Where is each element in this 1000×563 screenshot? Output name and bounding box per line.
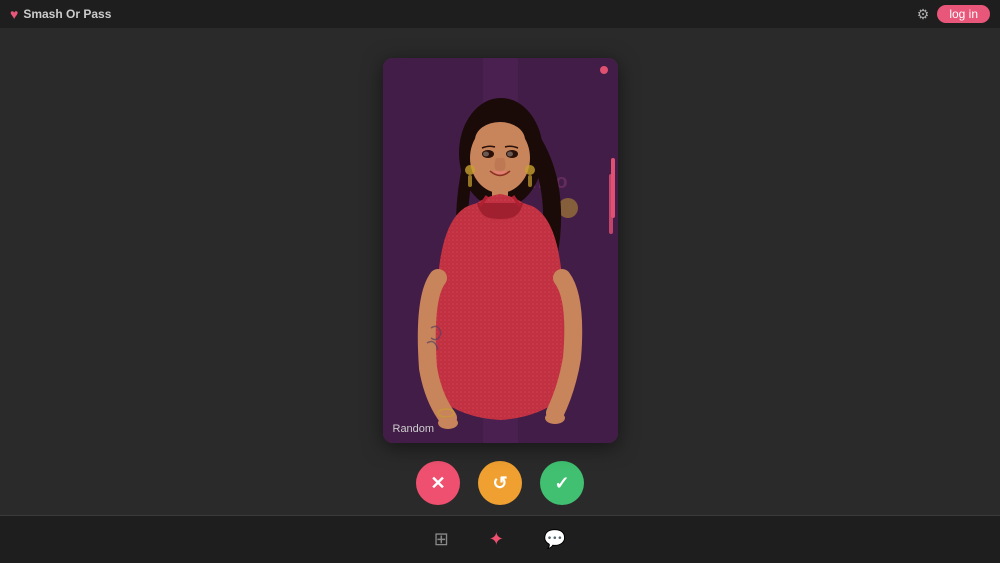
header-right: ⚙ log in: [917, 5, 990, 23]
logo-heart-icon: ♥: [10, 6, 18, 22]
header: ♥ Smash Or Pass ⚙ log in: [0, 0, 1000, 28]
pass-button[interactable]: ✕: [416, 461, 460, 505]
person-card[interactable]: nbo: [383, 58, 618, 443]
card-illustration: nbo: [383, 58, 618, 443]
login-button[interactable]: log in: [937, 5, 990, 23]
settings-icon[interactable]: ⚙: [917, 6, 930, 23]
card-label: Random: [393, 423, 435, 435]
chat-icon[interactable]: 💬: [544, 529, 566, 550]
grid-icon[interactable]: ⊞: [434, 529, 449, 550]
star-icon[interactable]: ✦: [489, 529, 504, 550]
logo-area: ♥ Smash Or Pass: [10, 6, 111, 22]
scroll-indicator: [609, 174, 613, 234]
undo-button[interactable]: ↺: [478, 461, 522, 505]
app-title: Smash Or Pass: [23, 7, 111, 21]
card-dot: [600, 66, 608, 74]
card-image: nbo: [383, 58, 618, 443]
action-buttons: ✕ ↺ ✓: [416, 461, 584, 505]
main-content: nbo: [0, 28, 1000, 535]
smash-button[interactable]: ✓: [540, 461, 584, 505]
footer: ⊞ ✦ 💬: [0, 515, 1000, 563]
